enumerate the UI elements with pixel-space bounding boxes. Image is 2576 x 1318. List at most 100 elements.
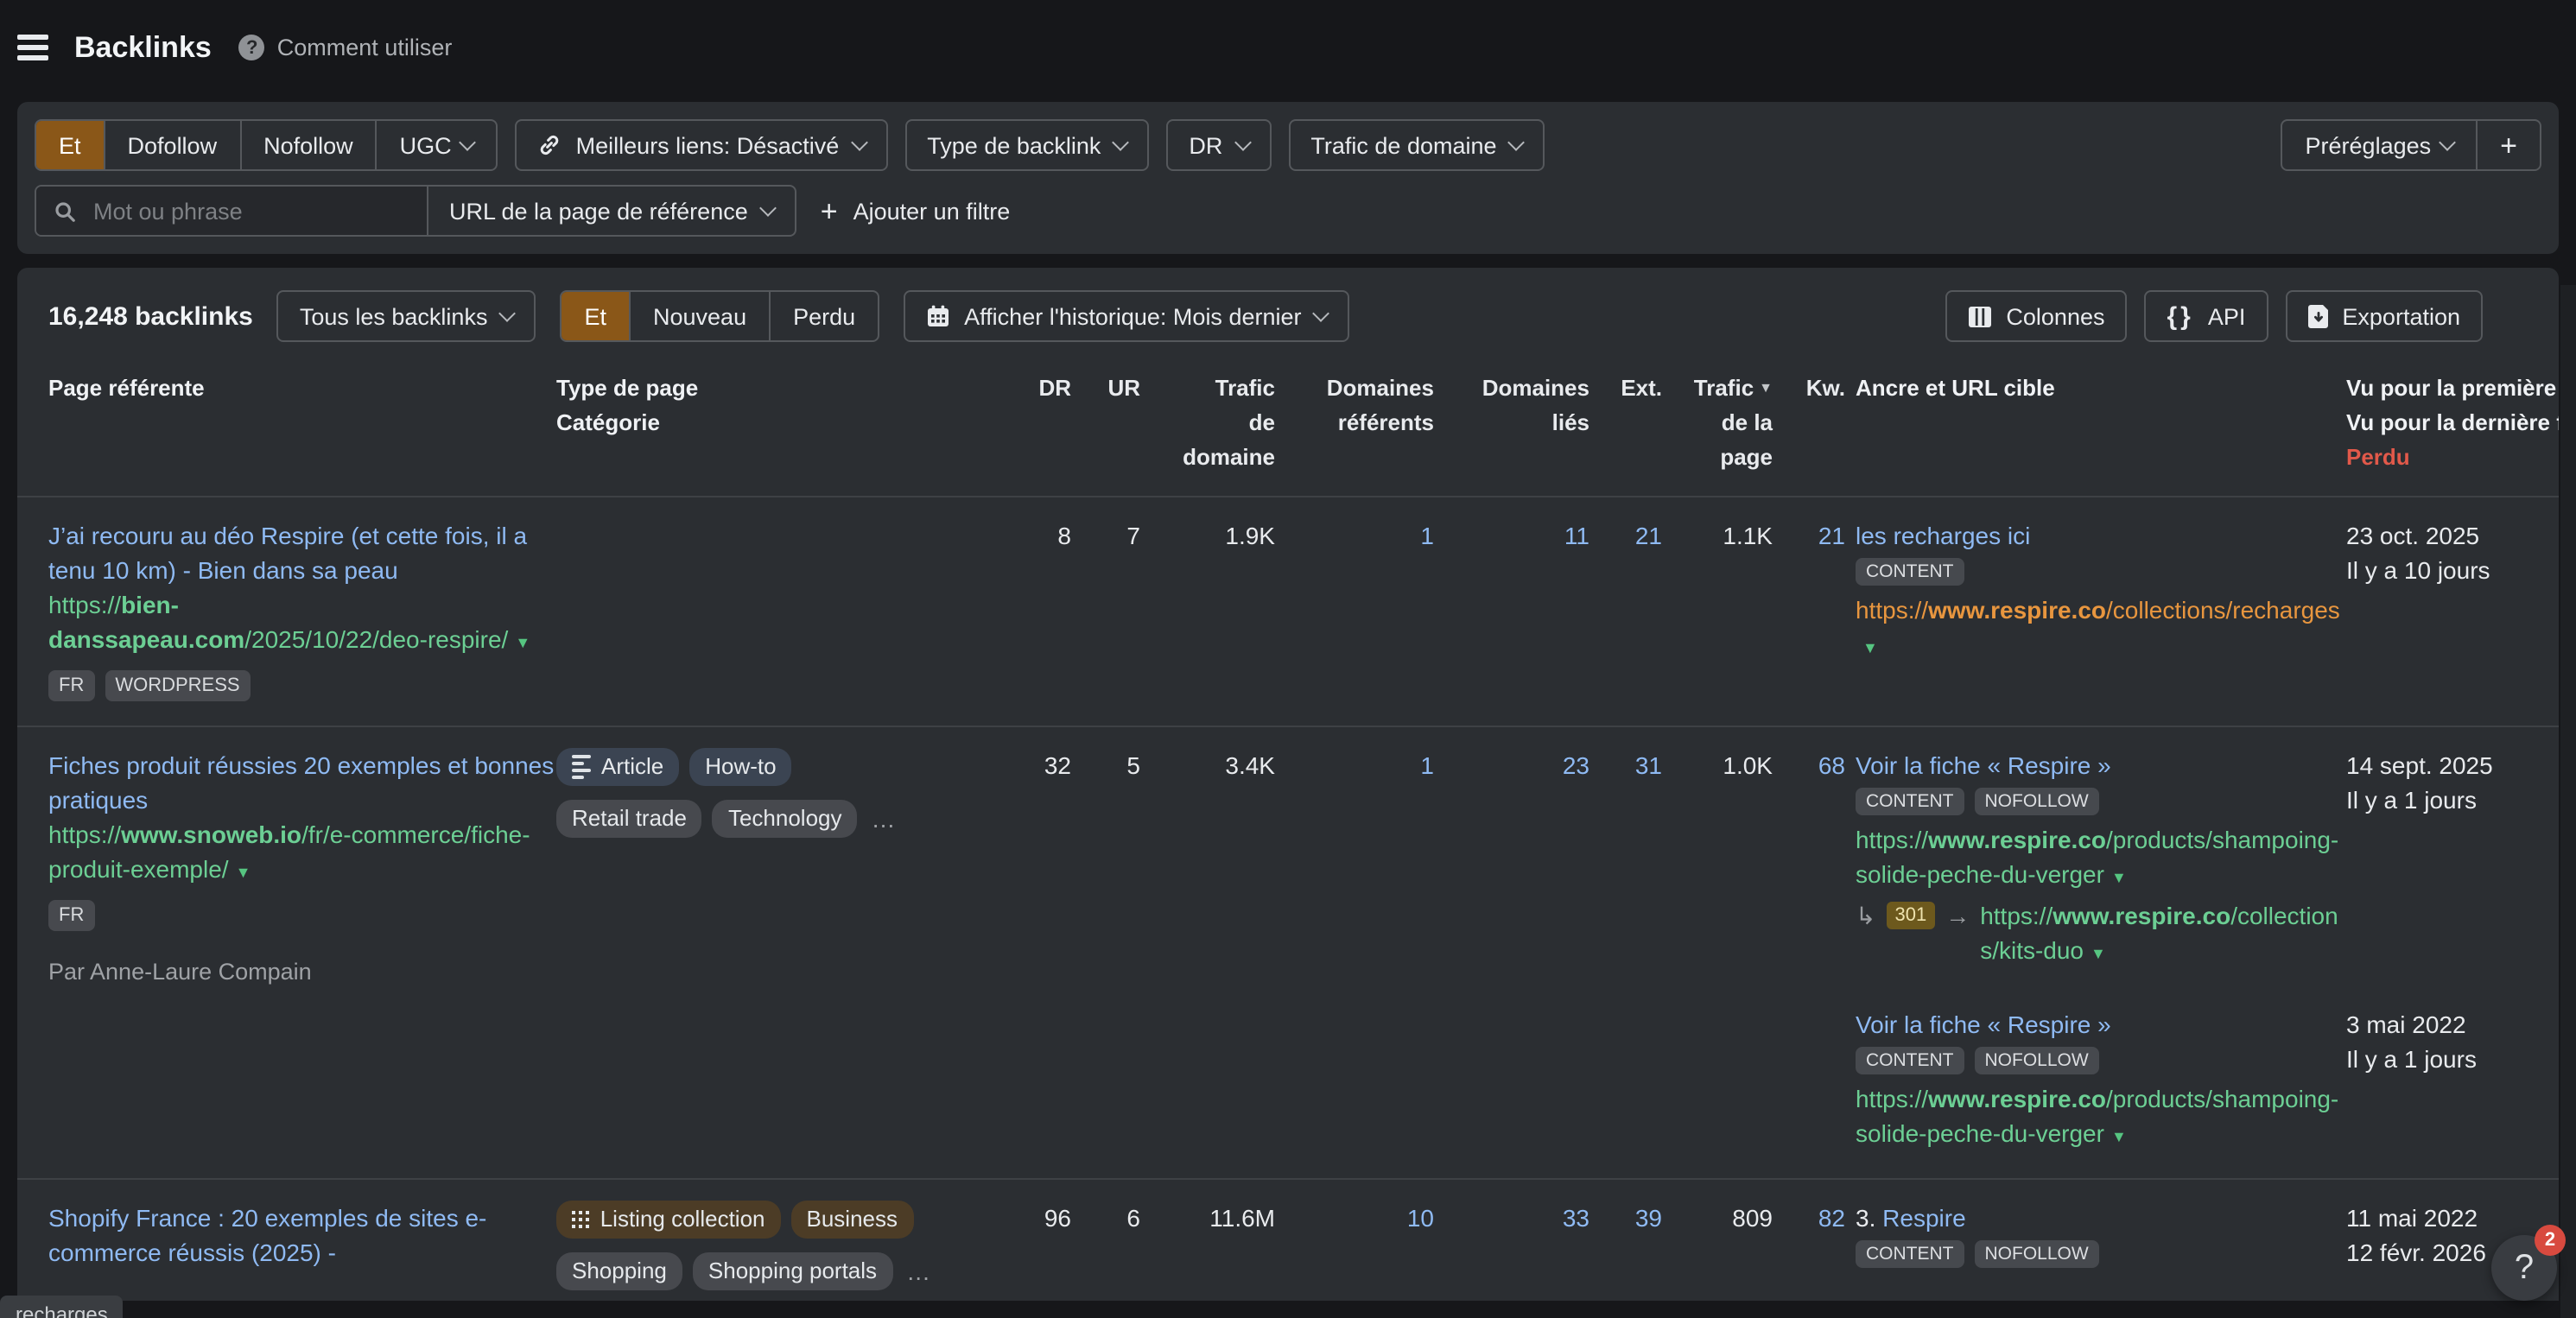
url-options-caret-icon[interactable]: ▼	[2111, 1128, 2127, 1145]
chevron-down-icon	[460, 133, 477, 150]
search-box	[36, 187, 427, 235]
more-categories[interactable]: …	[872, 802, 896, 836]
view-all-dropdown[interactable]: Tous les backlinks	[277, 290, 536, 342]
target-url-link[interactable]: https://www.respire.co/collections/recha…	[1856, 592, 2346, 665]
anchor-cell: Voir la fiche « Respire » CONTENT NOFOLL…	[1845, 748, 2346, 1007]
referring-page-title-link[interactable]: Fiches produit réussies 20 exemples et b…	[48, 751, 554, 814]
anchor-cell: les recharges ici CONTENT https://www.re…	[1845, 518, 2346, 665]
page-type-pills: Article How-to	[556, 748, 1009, 786]
referring-page-cell: Shopify France : 20 exemples de sites e-…	[48, 1201, 556, 1270]
search-icon	[54, 200, 76, 222]
linked-domains-link[interactable]: 11	[1434, 518, 1589, 553]
anchor-text-link[interactable]: Voir la fiche « Respire »	[1856, 1011, 2111, 1038]
backlink-type-dropdown[interactable]: Type de backlink	[904, 119, 1149, 171]
target-url-link[interactable]: https://www.respire.co/products/shampoin…	[1856, 822, 2346, 895]
platform-badge: WORDPRESS	[105, 670, 250, 701]
url-options-caret-icon[interactable]: ▼	[1862, 639, 1878, 656]
filter-nofollow-button[interactable]: Nofollow	[241, 121, 378, 169]
ext-links-link[interactable]: 31	[1589, 748, 1662, 783]
nofollow-badge: NOFOLLOW	[1975, 1240, 2099, 1268]
domain-traffic-dropdown[interactable]: Trafic de domaine	[1288, 119, 1545, 171]
filter-dofollow-button[interactable]: Dofollow	[105, 121, 242, 169]
columns-button[interactable]: Colonnes	[1945, 290, 2127, 342]
referring-page-url-link[interactable]: https://www.snoweb.io/fr/e-commerce/fich…	[48, 817, 556, 890]
add-filter-button[interactable]: + Ajouter un filtre	[814, 196, 1017, 225]
filter-and-button[interactable]: Et	[36, 121, 105, 169]
anchor-cell: Voir la fiche « Respire » CONTENT NOFOLL…	[1845, 1007, 2346, 1154]
download-file-icon	[2307, 304, 2328, 328]
dr-filter-label: DR	[1189, 132, 1222, 158]
last-seen-date: Il y a 1 jours	[2346, 783, 2559, 817]
col-header-domain-traffic: Traficdedomaine	[1140, 371, 1275, 475]
scrollbar-rail[interactable]	[2560, 285, 2576, 1318]
presets-dropdown[interactable]: Préréglages	[2283, 121, 2478, 169]
table-row: Fiches produit réussies 20 exemples et b…	[17, 726, 2559, 1178]
columns-label: Colonnes	[2006, 303, 2104, 329]
url-options-caret-icon[interactable]: ▼	[515, 634, 530, 651]
last-seen-date: Il y a 10 jours	[2346, 553, 2559, 587]
last-seen-date: Il y a 1 jours	[2346, 1042, 2559, 1076]
target-url-link[interactable]: https://www.respire.co/products/shampoin…	[1856, 1081, 2346, 1154]
page-type-pill: Article	[556, 748, 679, 786]
ext-links-link[interactable]: 39	[1589, 1201, 1662, 1235]
add-preset-button[interactable]: +	[2478, 121, 2540, 169]
anchor-text-link[interactable]: Voir la fiche « Respire »	[1856, 751, 2111, 779]
help-widget-button[interactable]: ? 2	[2491, 1235, 2557, 1301]
api-label: API	[2208, 303, 2246, 329]
filter-ugc-dropdown[interactable]: UGC	[378, 121, 497, 169]
search-group: URL de la page de référence	[35, 185, 796, 237]
referring-page-title-link[interactable]: J’ai recouru au déo Respire (et cette fo…	[48, 522, 527, 584]
ref-domains-link[interactable]: 1	[1275, 518, 1434, 553]
mode-new-button[interactable]: Nouveau	[631, 292, 771, 340]
ref-domains-link[interactable]: 10	[1275, 1201, 1434, 1235]
col-header-ext: Ext.	[1589, 371, 1662, 475]
category-pills: Shopping Shopping portals …	[556, 1252, 1009, 1290]
dr-filter-dropdown[interactable]: DR	[1166, 119, 1271, 171]
url-options-caret-icon[interactable]: ▼	[2091, 945, 2106, 962]
best-links-dropdown[interactable]: Meilleurs liens: Désactivé	[516, 119, 888, 171]
nofollow-badge: NOFOLLOW	[1975, 1047, 2099, 1074]
redirect-url-link[interactable]: https://www.respire.co/collections/kits-…	[1980, 898, 2346, 971]
chevron-down-icon	[499, 304, 517, 321]
history-dropdown[interactable]: Afficher l'historique: Mois dernier	[904, 290, 1349, 342]
redirect-arrow-icon: →	[1945, 898, 1970, 933]
col-header-page-traffic[interactable]: Trafic▼ de lapage	[1662, 371, 1773, 475]
export-button[interactable]: Exportation	[2285, 290, 2483, 342]
hamburger-menu-icon[interactable]	[17, 35, 48, 60]
referring-page-title-link[interactable]: Shopify France : 20 exemples de sites e-…	[48, 1204, 486, 1266]
anchor-text-link[interactable]: les recharges ici	[1856, 522, 2030, 549]
linked-domains-link[interactable]: 33	[1434, 1201, 1589, 1235]
anchor-badges: CONTENT NOFOLLOW	[1856, 1240, 2346, 1268]
url-options-caret-icon[interactable]: ▼	[236, 864, 251, 881]
mode-lost-button[interactable]: Perdu	[771, 292, 878, 340]
ur-value: 7	[1071, 518, 1140, 553]
page-type-pill: Listing collection	[556, 1201, 781, 1239]
search-input[interactable]	[90, 196, 409, 225]
search-scope-dropdown[interactable]: URL de la page de référence	[427, 187, 795, 235]
kw-link[interactable]: 21	[1773, 518, 1845, 553]
presets-group: Préréglages +	[2281, 119, 2541, 171]
first-seen-date: 23 oct. 2025	[2346, 518, 2559, 553]
kw-link[interactable]: 68	[1773, 748, 1845, 783]
mode-and-button[interactable]: Et	[562, 292, 631, 340]
api-button[interactable]: {} API	[2145, 290, 2268, 342]
category-pills: Retail trade Technology …	[556, 800, 1009, 838]
anchor-groups: Voir la fiche « Respire » CONTENT NOFOLL…	[1845, 748, 2559, 1154]
seen-dates-cell: 14 sept. 2025 Il y a 1 jours	[2346, 748, 2559, 1007]
first-seen-date: 3 mai 2022	[2346, 1007, 2559, 1042]
linked-domains-link[interactable]: 23	[1434, 748, 1589, 783]
dr-value: 8	[1009, 518, 1071, 553]
referring-page-url-link[interactable]: https://bien-danssapeau.com/2025/10/22/d…	[48, 587, 556, 660]
col-header-ur: UR	[1071, 371, 1140, 475]
more-categories[interactable]: …	[906, 1254, 930, 1289]
content-badge: CONTENT	[1856, 788, 1964, 815]
how-to-use-link[interactable]: ? Comment utiliser	[239, 35, 453, 60]
ext-links-link[interactable]: 21	[1589, 518, 1662, 553]
chevron-down-icon	[1508, 133, 1526, 150]
url-options-caret-icon[interactable]: ▼	[2111, 869, 2127, 886]
table-row: J’ai recouru au déo Respire (et cette fo…	[17, 496, 2559, 726]
ref-domains-link[interactable]: 1	[1275, 748, 1434, 783]
kw-link[interactable]: 82	[1773, 1201, 1845, 1235]
anchor-text-link[interactable]: Respire	[1882, 1204, 1966, 1232]
how-to-use-label: Comment utiliser	[277, 35, 453, 60]
